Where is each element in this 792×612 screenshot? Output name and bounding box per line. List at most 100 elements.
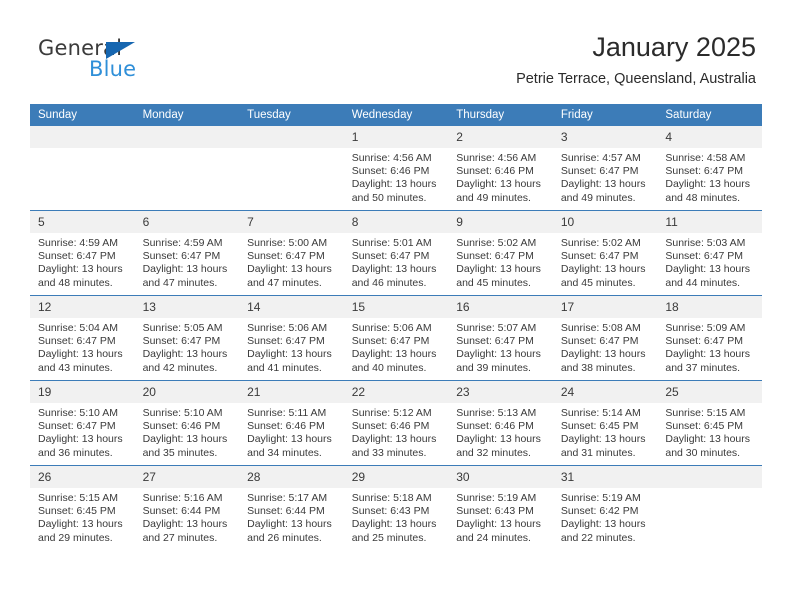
day-cell-7[interactable]: 7 Sunrise: 5:00 AM Sunset: 6:47 PM Daylight…: [239, 210, 344, 296]
day-info-line: and 43 minutes.: [38, 361, 113, 374]
day-cell-1[interactable]: 1 Sunrise: 4:56 AM Sunset: 6:46 PM Daylight…: [343, 126, 449, 211]
day-cell-25[interactable]: 25 Sunrise: 5:15 AM Sunset: 6:45 PM Dayligh…: [657, 380, 762, 466]
day-info-line: and 24 minutes.: [456, 531, 531, 544]
calendar-week-row: 5 Sunrise: 4:59 AM Sunset: 6:47 PM Daylight…: [30, 210, 762, 296]
day-sun-info: Sunrise: 5:02 AM Sunset: 6:47 PM Daylight:…: [448, 233, 553, 290]
day-cell-13[interactable]: 13 Sunrise: 5:05 AM Sunset: 6:47 PM Dayligh…: [134, 295, 240, 381]
day-info-line: Sunset: 6:45 PM: [38, 505, 116, 518]
day-info-line: Daylight: 13 hours: [560, 433, 646, 446]
day-cell-8[interactable]: 8 Sunrise: 5:01 AM Sunset: 6:47 PM Daylight…: [343, 210, 449, 296]
page-title: January 2025: [592, 32, 756, 62]
day-info-line: Daylight: 13 hours: [456, 348, 541, 361]
day-info-line: Sunrise: 5:03 AM: [665, 237, 746, 249]
day-cell-23[interactable]: 23 Sunrise: 5:13 AM Sunset: 6:46 PM Dayligh…: [448, 380, 553, 466]
day-number: 11: [657, 211, 762, 233]
day-cell-3[interactable]: 3 Sunrise: 4:57 AM Sunset: 6:47 PM Daylight…: [552, 126, 658, 211]
day-info-line: Sunrise: 5:12 AM: [351, 407, 432, 419]
day-cell-24[interactable]: 24 Sunrise: 5:14 AM Sunset: 6:45 PM Dayligh…: [552, 380, 658, 466]
day-cell-21[interactable]: 21 Sunrise: 5:11 AM Sunset: 6:46 PM Dayligh…: [239, 380, 344, 466]
day-info-line: and 45 minutes.: [456, 276, 531, 289]
day-number: 24: [552, 381, 658, 403]
day-cell-2[interactable]: 2 Sunrise: 4:56 AM Sunset: 6:46 PM Daylight…: [448, 126, 553, 211]
day-cell-17[interactable]: 17 Sunrise: 5:08 AM Sunset: 6:47 PM Dayligh…: [552, 295, 658, 381]
day-cell-6[interactable]: 6 Sunrise: 4:59 AM Sunset: 6:47 PM Daylight…: [134, 210, 240, 296]
day-sun-info: Sunrise: 4:59 AM Sunset: 6:47 PM Daylight:…: [135, 233, 240, 290]
day-cell-9[interactable]: 9 Sunrise: 5:02 AM Sunset: 6:47 PM Daylight…: [448, 210, 553, 296]
calendar-week-row: 1 Sunrise: 4:56 AM Sunset: 6:46 PM Daylight…: [30, 126, 762, 211]
day-info-line: Sunrise: 4:56 AM: [351, 152, 432, 164]
day-sun-info: Sunrise: 5:04 AM Sunset: 6:47 PM Daylight:…: [30, 318, 135, 375]
day-info-line: Sunset: 6:47 PM: [560, 335, 639, 348]
day-sun-info: Sunrise: 5:06 AM Sunset: 6:47 PM Daylight:…: [344, 318, 449, 375]
day-info-line: Sunrise: 5:02 AM: [560, 237, 641, 249]
day-sun-info: Sunrise: 4:58 AM Sunset: 6:47 PM Daylight:…: [657, 148, 762, 205]
day-cell-26[interactable]: 26 Sunrise: 5:15 AM Sunset: 6:45 PM Dayligh…: [30, 465, 135, 550]
day-number: [239, 126, 344, 148]
day-info-line: Sunset: 6:47 PM: [560, 250, 639, 263]
day-info-line: and 34 minutes.: [247, 446, 322, 459]
day-sun-info: Sunrise: 5:16 AM Sunset: 6:44 PM Daylight:…: [135, 488, 240, 545]
day-info-line: Sunrise: 4:57 AM: [560, 152, 641, 164]
weekday-header-wednesday: Wednesday: [343, 104, 449, 126]
day-info-line: Daylight: 13 hours: [38, 263, 123, 276]
day-cell-29[interactable]: 29 Sunrise: 5:18 AM Sunset: 6:43 PM Dayligh…: [343, 465, 449, 550]
day-info-line: Sunset: 6:47 PM: [665, 165, 744, 178]
weekday-header-monday: Monday: [134, 104, 240, 126]
day-number: 3: [552, 126, 658, 148]
day-sun-info: Sunrise: 5:00 AM Sunset: 6:47 PM Daylight:…: [239, 233, 344, 290]
weekday-header-sunday: Sunday: [30, 104, 135, 126]
day-cell-15[interactable]: 15 Sunrise: 5:06 AM Sunset: 6:47 PM Dayligh…: [343, 295, 449, 381]
day-info-line: Sunrise: 5:02 AM: [456, 237, 537, 249]
day-number: 26: [30, 466, 135, 488]
day-cell-12[interactable]: 12 Sunrise: 5:04 AM Sunset: 6:47 PM Dayligh…: [30, 295, 135, 381]
day-info-line: Sunset: 6:47 PM: [38, 335, 116, 348]
day-cell-5[interactable]: 5 Sunrise: 4:59 AM Sunset: 6:47 PM Daylight…: [30, 210, 135, 296]
day-info-line: Sunrise: 5:10 AM: [142, 407, 223, 419]
day-info-line: Sunrise: 5:07 AM: [456, 322, 537, 334]
day-sun-info: Sunrise: 5:03 AM Sunset: 6:47 PM Daylight:…: [657, 233, 762, 290]
day-cell-11[interactable]: 11 Sunrise: 5:03 AM Sunset: 6:47 PM Dayligh…: [657, 210, 762, 296]
day-number: 9: [448, 211, 553, 233]
day-info-line: Sunrise: 5:04 AM: [38, 322, 118, 334]
day-info-line: Sunrise: 5:06 AM: [247, 322, 328, 334]
day-number: 30: [448, 466, 553, 488]
day-cell-31[interactable]: 31 Sunrise: 5:19 AM Sunset: 6:42 PM Dayligh…: [552, 465, 658, 550]
day-cell-18[interactable]: 18 Sunrise: 5:09 AM Sunset: 6:47 PM Dayligh…: [657, 295, 762, 381]
day-info-line: and 22 minutes.: [560, 531, 636, 544]
day-info-line: Sunset: 6:46 PM: [351, 420, 430, 433]
day-cell-16[interactable]: 16 Sunrise: 5:07 AM Sunset: 6:47 PM Dayligh…: [448, 295, 553, 381]
day-info-line: and 33 minutes.: [351, 446, 427, 459]
day-cell-10[interactable]: 10 Sunrise: 5:02 AM Sunset: 6:47 PM Dayligh…: [552, 210, 658, 296]
weekday-header-thursday: Thursday: [448, 104, 553, 126]
weekday-header-saturday: Saturday: [657, 104, 762, 126]
day-cell-22[interactable]: 22 Sunrise: 5:12 AM Sunset: 6:46 PM Dayligh…: [343, 380, 449, 466]
day-info-line: Sunrise: 5:11 AM: [247, 407, 327, 419]
day-info-line: Sunrise: 5:08 AM: [560, 322, 641, 334]
day-cell-30[interactable]: 30 Sunrise: 5:19 AM Sunset: 6:43 PM Dayligh…: [448, 465, 553, 550]
day-info-line: Sunset: 6:47 PM: [247, 335, 325, 348]
day-cell-4[interactable]: 4 Sunrise: 4:58 AM Sunset: 6:47 PM Daylight…: [657, 126, 762, 211]
day-info-line: and 37 minutes.: [665, 361, 741, 374]
day-sun-info: Sunrise: 5:18 AM Sunset: 6:43 PM Daylight:…: [344, 488, 449, 545]
day-cell-28[interactable]: 28 Sunrise: 5:17 AM Sunset: 6:44 PM Dayligh…: [239, 465, 344, 550]
day-info-line: Daylight: 13 hours: [560, 348, 646, 361]
day-info-line: Daylight: 13 hours: [665, 263, 751, 276]
day-info-line: Sunrise: 5:10 AM: [38, 407, 118, 419]
day-info-line: Sunrise: 5:15 AM: [665, 407, 746, 419]
generalblue-logo[interactable]: General Blue: [38, 36, 268, 88]
day-number: 29: [343, 466, 449, 488]
weekday-header-friday: Friday: [552, 104, 658, 126]
day-sun-info: Sunrise: 4:56 AM Sunset: 6:46 PM Daylight:…: [448, 148, 553, 205]
day-info-line: Daylight: 13 hours: [351, 433, 437, 446]
day-cell-27[interactable]: 27 Sunrise: 5:16 AM Sunset: 6:44 PM Dayligh…: [134, 465, 240, 550]
day-cell-20[interactable]: 20 Sunrise: 5:10 AM Sunset: 6:46 PM Dayligh…: [134, 380, 240, 466]
day-number: 20: [134, 381, 240, 403]
day-cell-empty: [239, 126, 344, 211]
day-cell-14[interactable]: 14 Sunrise: 5:06 AM Sunset: 6:47 PM Dayligh…: [239, 295, 344, 381]
day-info-line: and 25 minutes.: [351, 531, 427, 544]
day-cell-19[interactable]: 19 Sunrise: 5:10 AM Sunset: 6:47 PM Dayligh…: [30, 380, 135, 466]
calendar-page: General Blue January 2025 Petrie Terrace…: [0, 0, 792, 612]
day-info-line: Daylight: 13 hours: [247, 433, 332, 446]
day-info-line: Daylight: 13 hours: [665, 433, 751, 446]
day-number: 4: [657, 126, 762, 148]
